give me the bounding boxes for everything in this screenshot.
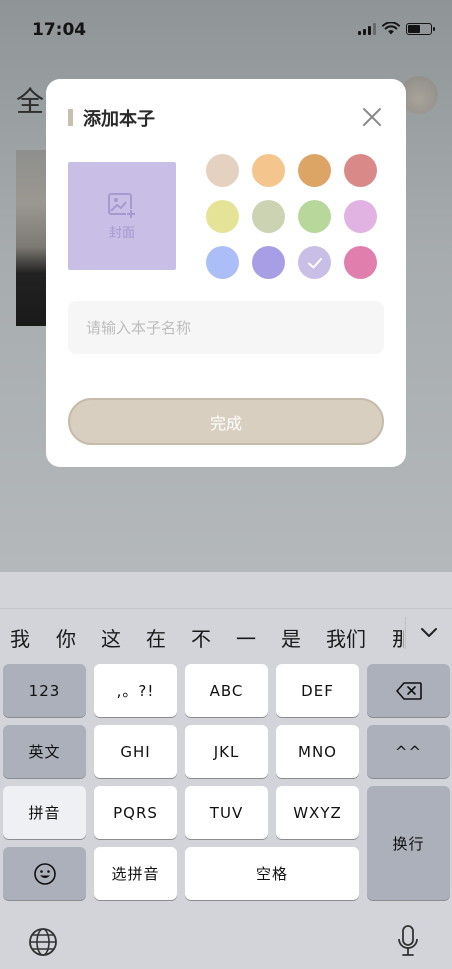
- status-bar: 17:04: [0, 0, 452, 60]
- color-swatch[interactable]: [344, 154, 377, 187]
- candidate-item[interactable]: 不: [191, 623, 211, 652]
- color-swatch[interactable]: [344, 200, 377, 233]
- candidate-item[interactable]: 我们: [326, 623, 366, 652]
- color-swatch[interactable]: [206, 246, 239, 279]
- punctuation-key[interactable]: ,。?!: [94, 664, 177, 717]
- title-accent-bar: [68, 109, 73, 126]
- def-key[interactable]: DEF: [276, 664, 359, 717]
- candidate-item[interactable]: 一: [236, 623, 256, 652]
- backspace-icon: [395, 681, 422, 700]
- color-swatch[interactable]: [298, 246, 331, 279]
- add-notebook-dialog: 添加本子 封面 完成: [46, 79, 406, 467]
- candidate-item[interactable]: 在: [146, 623, 166, 652]
- wxyz-key[interactable]: WXYZ: [276, 786, 359, 839]
- candidate-item[interactable]: 这: [101, 623, 121, 652]
- pqrs-key[interactable]: PQRS: [94, 786, 177, 839]
- cover-picker[interactable]: 封面: [68, 162, 176, 270]
- keyboard: 我 你 这 在 不 一 是 我们 那 123 ,。?! ABC DEF 英文 G…: [0, 572, 452, 969]
- cellular-signal-icon: [358, 22, 376, 35]
- color-swatch[interactable]: [206, 200, 239, 233]
- done-button[interactable]: 完成: [68, 398, 384, 445]
- abc-key[interactable]: ABC: [185, 664, 268, 717]
- add-image-icon: [108, 192, 136, 219]
- tuv-key[interactable]: TUV: [185, 786, 268, 839]
- battery-icon: [406, 22, 435, 35]
- candidate-bar: 我 你 这 在 不 一 是 我们 那: [0, 608, 452, 662]
- color-swatch[interactable]: [206, 154, 239, 187]
- candidate-divider: [405, 617, 406, 649]
- dialog-title: 添加本子: [83, 109, 155, 130]
- color-swatch[interactable]: [252, 246, 285, 279]
- color-swatch[interactable]: [344, 246, 377, 279]
- emoji-icon: [33, 862, 56, 885]
- color-swatch[interactable]: [252, 200, 285, 233]
- background-page-title: 全: [16, 85, 45, 118]
- backspace-key[interactable]: [367, 664, 450, 717]
- candidate-item[interactable]: 那: [392, 623, 404, 652]
- globe-icon[interactable]: [28, 927, 58, 957]
- color-swatch[interactable]: [298, 154, 331, 187]
- close-icon[interactable]: [358, 103, 386, 131]
- select-pinyin-key[interactable]: 选拼音: [94, 847, 177, 900]
- chevron-down-icon[interactable]: [418, 621, 440, 643]
- notebook-name-input[interactable]: [68, 301, 384, 354]
- space-key[interactable]: 空格: [185, 847, 359, 900]
- jkl-key[interactable]: JKL: [185, 725, 268, 778]
- candidate-item[interactable]: 你: [56, 623, 76, 652]
- return-key[interactable]: 换行: [367, 786, 450, 900]
- pinyin-key[interactable]: 拼音: [3, 786, 86, 839]
- microphone-icon[interactable]: [396, 924, 420, 958]
- candidate-item[interactable]: 是: [281, 623, 301, 652]
- color-swatch[interactable]: [252, 154, 285, 187]
- ghi-key[interactable]: GHI: [94, 725, 177, 778]
- cover-label: 封面: [108, 225, 135, 241]
- checkmark-icon: [307, 257, 322, 268]
- candidate-item[interactable]: 我: [10, 623, 30, 652]
- mno-key[interactable]: MNO: [276, 725, 359, 778]
- wifi-icon: [382, 22, 400, 35]
- color-swatch[interactable]: [298, 200, 331, 233]
- emoji-key[interactable]: [3, 847, 86, 900]
- emoticon-key[interactable]: ^^: [367, 725, 450, 778]
- status-time: 17:04: [32, 20, 87, 40]
- english-key[interactable]: 英文: [3, 725, 86, 778]
- numbers-key[interactable]: 123: [3, 664, 86, 717]
- status-icons: [358, 22, 435, 35]
